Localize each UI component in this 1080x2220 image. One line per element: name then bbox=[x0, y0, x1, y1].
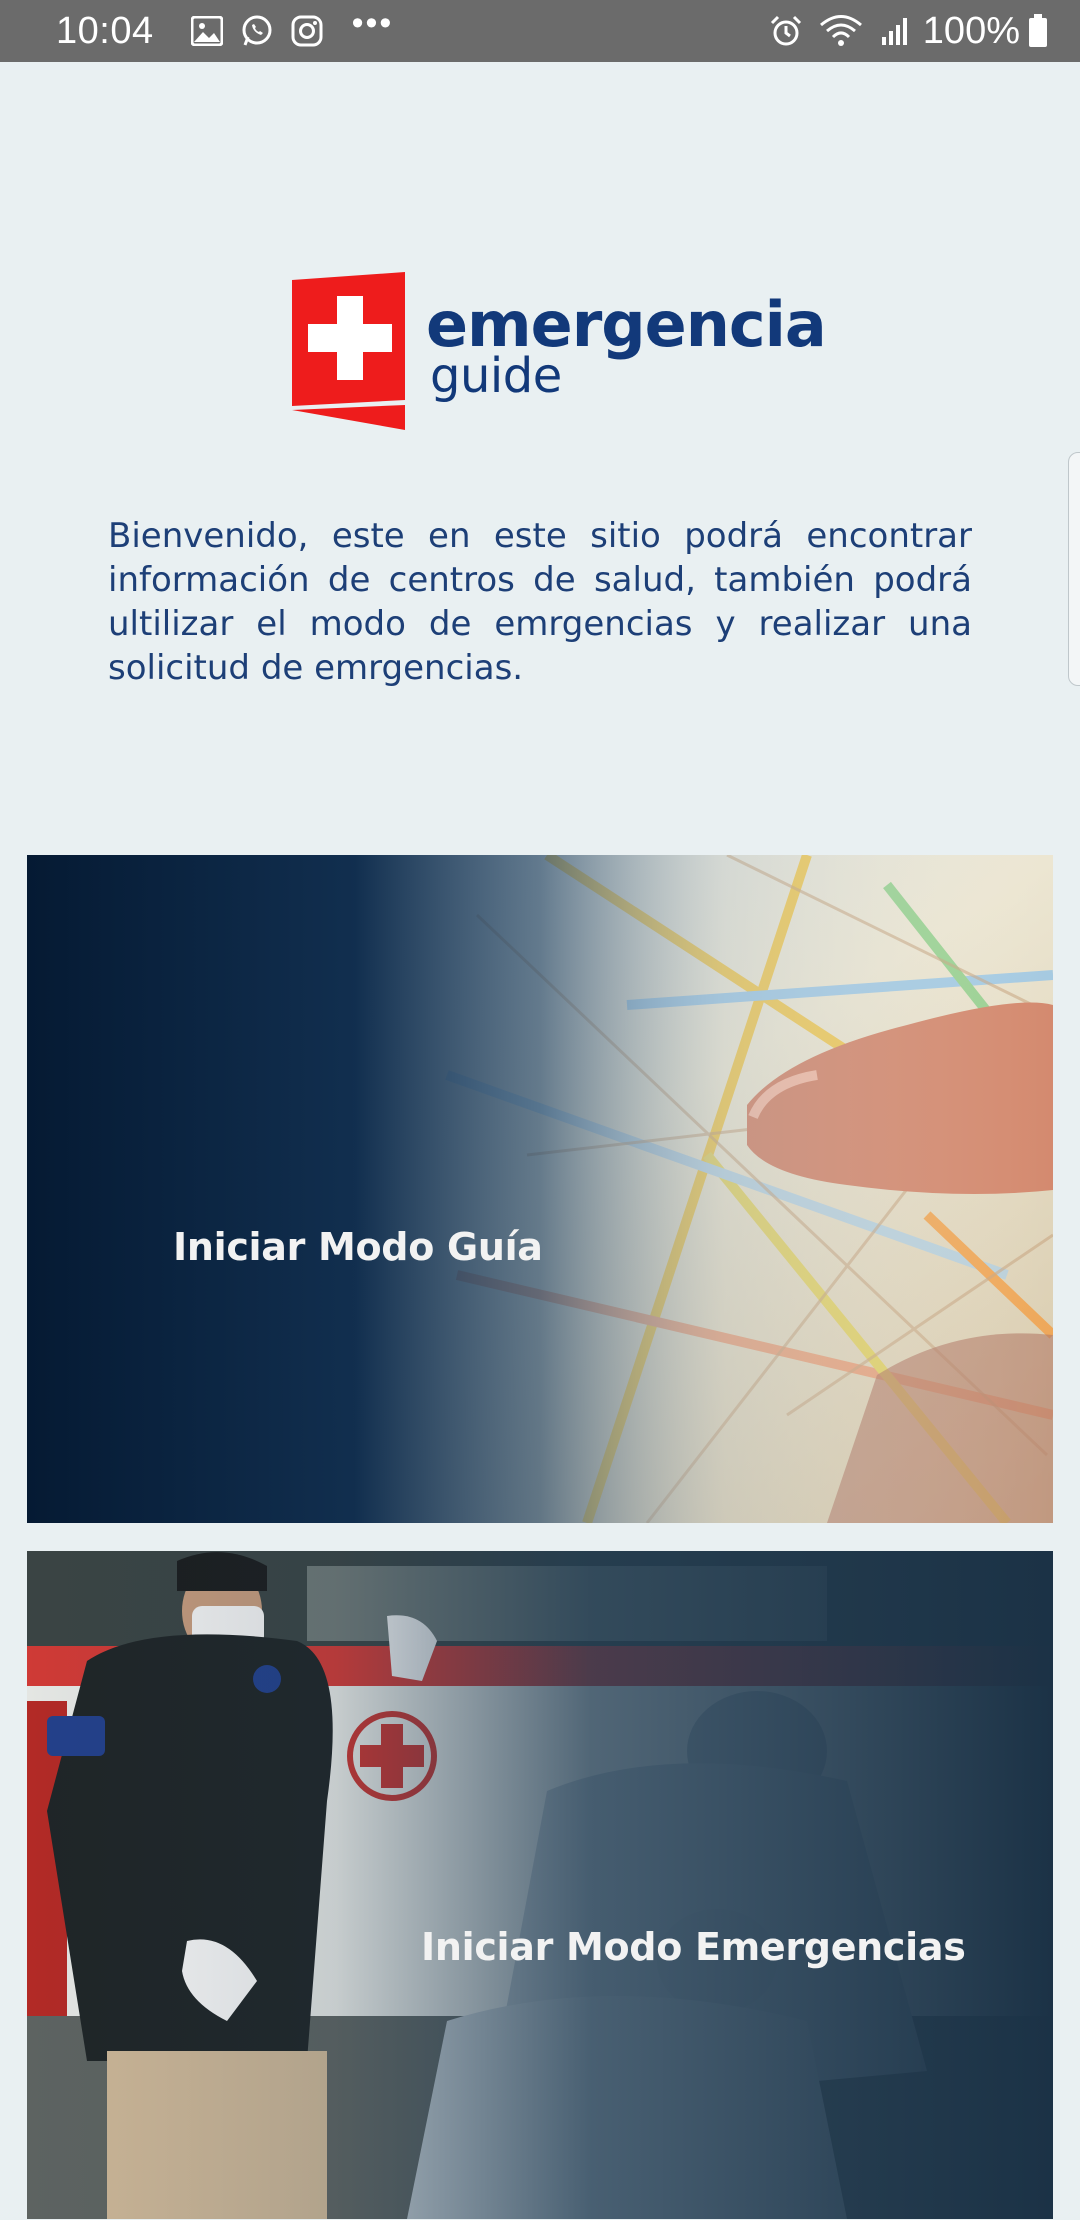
welcome-text: Bienvenido, este en este sitio podrá enc… bbox=[108, 516, 972, 688]
edge-panel-handle[interactable] bbox=[1068, 452, 1080, 686]
alarm-icon bbox=[769, 14, 803, 48]
emergency-mode-card[interactable]: Iniciar Modo Emergencias bbox=[27, 1551, 1053, 2219]
red-cross-logo-icon bbox=[292, 272, 405, 430]
map-background-image bbox=[27, 855, 1053, 1523]
signal-icon bbox=[879, 14, 913, 48]
status-time: 10:04 bbox=[56, 9, 154, 52]
logo-wordmark: emergencia bbox=[426, 288, 827, 361]
battery-icon bbox=[1026, 14, 1050, 48]
guide-mode-label: Iniciar Modo Guía bbox=[173, 1225, 543, 1269]
instagram-icon bbox=[290, 14, 324, 48]
logo-subtitle: guide bbox=[430, 348, 562, 404]
status-bar: 10:04 ••• 100% bbox=[0, 0, 1080, 62]
status-bar-left: 10:04 ••• bbox=[56, 4, 393, 53]
paramedics-background-image bbox=[27, 1551, 1053, 2219]
battery-percent: 100% bbox=[922, 9, 1020, 52]
app-logo: emergencia guide bbox=[290, 272, 827, 432]
gallery-icon bbox=[190, 14, 224, 48]
status-bar-right: 100% bbox=[753, 10, 1050, 53]
guide-mode-card[interactable]: Iniciar Modo Guía bbox=[27, 855, 1053, 1523]
wifi-icon bbox=[819, 14, 863, 48]
whatsapp-icon bbox=[240, 14, 274, 48]
emergency-mode-label: Iniciar Modo Emergencias bbox=[421, 1925, 966, 1969]
more-dots-icon: ••• bbox=[351, 3, 394, 42]
